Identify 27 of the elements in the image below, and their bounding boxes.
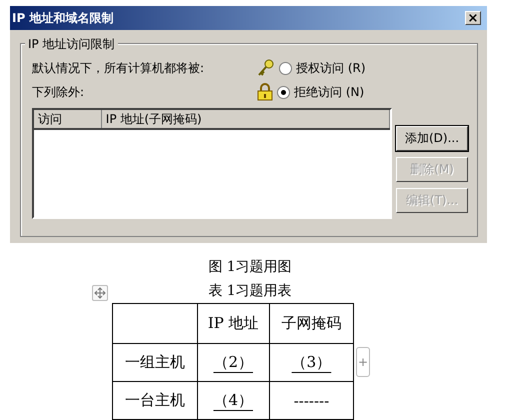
window-title: IP 地址和域名限制	[12, 10, 114, 26]
move-handle-icon[interactable]	[92, 285, 108, 301]
dialog-button[interactable]: 添加(D)...	[396, 126, 468, 151]
column-header: IP 地址	[208, 314, 259, 332]
except-label: 下列除外:	[32, 84, 86, 100]
table-cell: （2）	[213, 353, 253, 371]
group-title: IP 地址访问限制	[25, 36, 118, 53]
table-cell: 一组主机	[124, 353, 185, 371]
default-label: 默认情况下，所有计算机都将被:	[32, 60, 206, 76]
key-icon	[257, 59, 275, 77]
option-label[interactable]: 拒绝访问 (N)	[294, 84, 364, 100]
address-list[interactable]: 访问 IP 地址(子网掩码)	[32, 108, 392, 219]
column-header[interactable]: IP 地址(子网掩码)	[102, 110, 390, 128]
column-header[interactable]: 访问	[34, 110, 102, 128]
table-cell: -------	[294, 392, 330, 410]
table-cell: （3）	[292, 353, 332, 371]
table-cell: （4）	[213, 391, 253, 409]
table-cell: 一台主机	[124, 391, 185, 409]
figure-caption: 图 1习题用图	[208, 258, 292, 277]
padlock-icon	[257, 83, 273, 101]
close-button[interactable]: ×	[465, 11, 481, 25]
radio-button[interactable]	[279, 62, 292, 74]
option-label[interactable]: 授权访问 (R)	[296, 60, 366, 76]
add-row-button[interactable]: +	[356, 347, 370, 377]
column-header: 子网掩码	[281, 314, 342, 332]
table-caption: 表 1习题用表	[208, 282, 292, 301]
radio-button[interactable]	[277, 86, 290, 98]
